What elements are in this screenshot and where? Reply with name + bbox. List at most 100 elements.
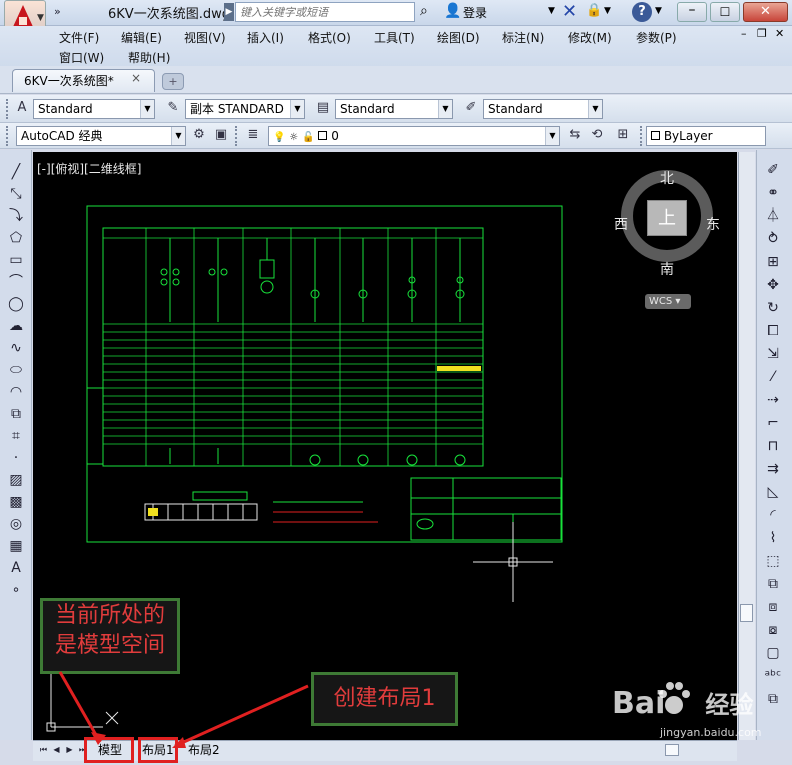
help-button[interactable]: ?	[632, 2, 652, 22]
ellipse-icon[interactable]: ⬭	[5, 360, 27, 380]
layer-properties-icon[interactable]: ≣	[244, 126, 262, 144]
text-above-icon[interactable]: ▢	[762, 643, 784, 663]
make-block-icon[interactable]: ⌗	[5, 426, 27, 446]
construction-line-icon[interactable]: ⤡	[5, 184, 27, 204]
polygon-icon[interactable]: ⬠	[5, 228, 27, 248]
chamfer-icon[interactable]: ◺	[762, 482, 784, 502]
multiline-text-icon[interactable]: A	[5, 558, 27, 578]
menu-insert[interactable]: 插入(I)	[247, 29, 284, 46]
copy-icon[interactable]: ⚭	[762, 183, 784, 203]
break-icon[interactable]: ⊓	[762, 436, 784, 456]
add-selected-icon[interactable]: ∘	[5, 580, 27, 600]
mirror-icon[interactable]: ⏃	[762, 206, 784, 226]
circle-icon[interactable]: ◯	[5, 294, 27, 314]
multileader-style-icon[interactable]: ✐	[462, 99, 480, 117]
text-style-icon[interactable]: A	[13, 99, 31, 117]
dim-style-select[interactable]: 副本 STANDARD ▼	[185, 99, 305, 119]
send-under-icon[interactable]: ⧇	[762, 620, 784, 640]
line-icon[interactable]: ╱	[5, 162, 27, 182]
login-link[interactable]: 登录	[463, 4, 487, 21]
rectangle-icon[interactable]: ▭	[5, 250, 27, 270]
point-icon[interactable]: ·	[5, 448, 27, 468]
menu-help[interactable]: 帮助(H)	[128, 49, 170, 66]
binoculars-icon[interactable]: ⌕	[420, 3, 428, 19]
extend-icon[interactable]: ⇢	[762, 390, 784, 410]
offset-icon[interactable]: ⥁	[762, 229, 784, 249]
arc-icon[interactable]: ⌒	[5, 272, 27, 292]
tab-layout2[interactable]: 布局2	[188, 742, 220, 759]
close-button[interactable]: ✕	[743, 2, 788, 22]
next-layout-icon[interactable]: ▶	[64, 743, 75, 756]
maximize-button[interactable]: ☐	[710, 2, 740, 22]
horizontal-scroll-thumb[interactable]	[665, 744, 679, 756]
menu-file[interactable]: 文件(F)	[59, 29, 99, 46]
compass-east[interactable]: 东	[706, 214, 720, 234]
title-overflow-button[interactable]: ▶	[224, 3, 234, 21]
exchange-apps-icon[interactable]: ✕	[562, 1, 577, 22]
toolbar-grip[interactable]	[640, 126, 643, 146]
stretch-icon[interactable]: ⇲	[762, 344, 784, 364]
hatch-icon[interactable]: ▨	[5, 470, 27, 490]
menu-edit[interactable]: 编辑(E)	[121, 29, 162, 46]
search-input[interactable]	[236, 3, 414, 21]
gradient-icon[interactable]: ▩	[5, 492, 27, 512]
toolbar-grip[interactable]	[6, 126, 9, 146]
move-icon[interactable]: ✥	[762, 275, 784, 295]
vertical-scroll-thumb[interactable]	[740, 604, 753, 622]
text-style-select[interactable]: Standard ▼	[33, 99, 155, 119]
table-style-select[interactable]: Standard ▼	[335, 99, 453, 119]
chevron-down-icon[interactable]: ▼	[655, 6, 662, 16]
doc-close-button[interactable]: ✕	[775, 27, 784, 40]
join-icon[interactable]: ⇉	[762, 459, 784, 479]
draworder-icon[interactable]: ⧉	[762, 574, 784, 594]
insert-block-icon[interactable]: ⧉	[5, 404, 27, 424]
layer-previous-icon[interactable]: ⟲	[588, 126, 606, 144]
file-tab-close-icon[interactable]: ×	[131, 71, 141, 85]
menu-parametric[interactable]: 参数(P)	[636, 29, 677, 46]
table-icon[interactable]: ▦	[5, 536, 27, 556]
trim-icon[interactable]: ⁄	[762, 367, 784, 387]
doc-restore-button[interactable]: ❐	[757, 27, 767, 40]
menu-window[interactable]: 窗口(W)	[59, 49, 104, 66]
table-style-icon[interactable]: ▤	[314, 99, 332, 117]
doc-minimize-button[interactable]: –	[741, 27, 747, 40]
workspace-save-icon[interactable]: ▣	[212, 126, 230, 144]
search-box[interactable]	[235, 2, 415, 22]
rotate-icon[interactable]: ↻	[762, 298, 784, 318]
multileader-style-select[interactable]: Standard ▼	[483, 99, 603, 119]
bring-above-icon[interactable]: ⧈	[762, 597, 784, 617]
chevron-down-icon[interactable]: ▼	[604, 6, 611, 16]
file-tab-label[interactable]: 6KV一次系统图*	[24, 72, 114, 89]
wcs-menu[interactable]: WCS ▾	[645, 294, 691, 309]
dim-style-icon[interactable]: ✎	[164, 99, 182, 117]
polyline-icon[interactable]: ⤵	[5, 206, 27, 226]
compass-north[interactable]: 北	[660, 168, 674, 188]
menu-tools[interactable]: 工具(T)	[374, 29, 415, 46]
menu-modify[interactable]: 修改(M)	[568, 29, 612, 46]
compass-west[interactable]: 西	[614, 214, 628, 234]
scale-icon[interactable]: ⧠	[762, 321, 784, 341]
erase-icon[interactable]: ✐	[762, 160, 784, 180]
toolbar-grip[interactable]	[6, 99, 9, 119]
hatch-order-icon[interactable]: ⧉	[762, 689, 784, 709]
explode-icon[interactable]: ⬚	[762, 551, 784, 571]
menu-format[interactable]: 格式(O)	[308, 29, 351, 46]
break-at-point-icon[interactable]: ⌐	[762, 413, 784, 433]
minimize-button[interactable]: –	[677, 2, 707, 22]
compass-south[interactable]: 南	[660, 259, 674, 279]
layer-state-icon[interactable]: ⊞	[614, 126, 632, 144]
ellipse-arc-icon[interactable]: ◠	[5, 382, 27, 402]
menu-draw[interactable]: 绘图(D)	[437, 29, 480, 46]
layer-select[interactable]: 💡 ☼ 🔓 0 ▼	[268, 126, 560, 146]
toolbar-grip[interactable]	[235, 126, 238, 146]
vertical-scrollbar[interactable]	[738, 152, 755, 740]
workspace-select[interactable]: AutoCAD 经典 ▼	[16, 126, 186, 146]
new-tab-button[interactable]: +	[162, 73, 184, 90]
menu-view[interactable]: 视图(V)	[184, 29, 226, 46]
viewcube-top-face[interactable]: 上	[647, 200, 687, 236]
first-layout-icon[interactable]: ⏮	[38, 743, 49, 756]
menu-dimension[interactable]: 标注(N)	[502, 29, 544, 46]
abc-spell-check-icon[interactable]: ᵃᵇᶜ	[762, 666, 784, 686]
array-icon[interactable]: ⊞	[762, 252, 784, 272]
user-icon[interactable]: 👤	[444, 3, 461, 19]
